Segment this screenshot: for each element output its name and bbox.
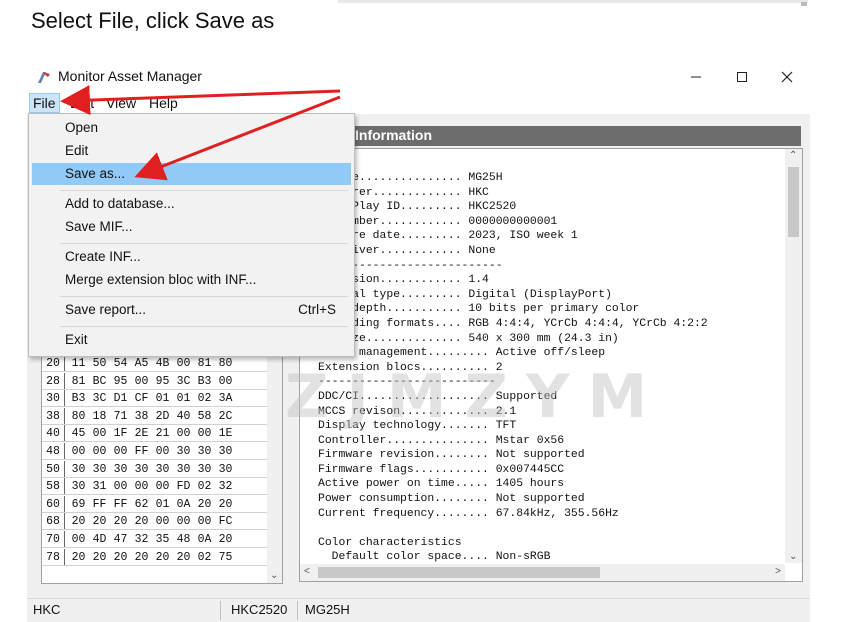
- arrow-to-save-as: [134, 95, 341, 181]
- arrow-to-file-menu: [60, 85, 341, 116]
- annotation-arrows: [60, 85, 341, 181]
